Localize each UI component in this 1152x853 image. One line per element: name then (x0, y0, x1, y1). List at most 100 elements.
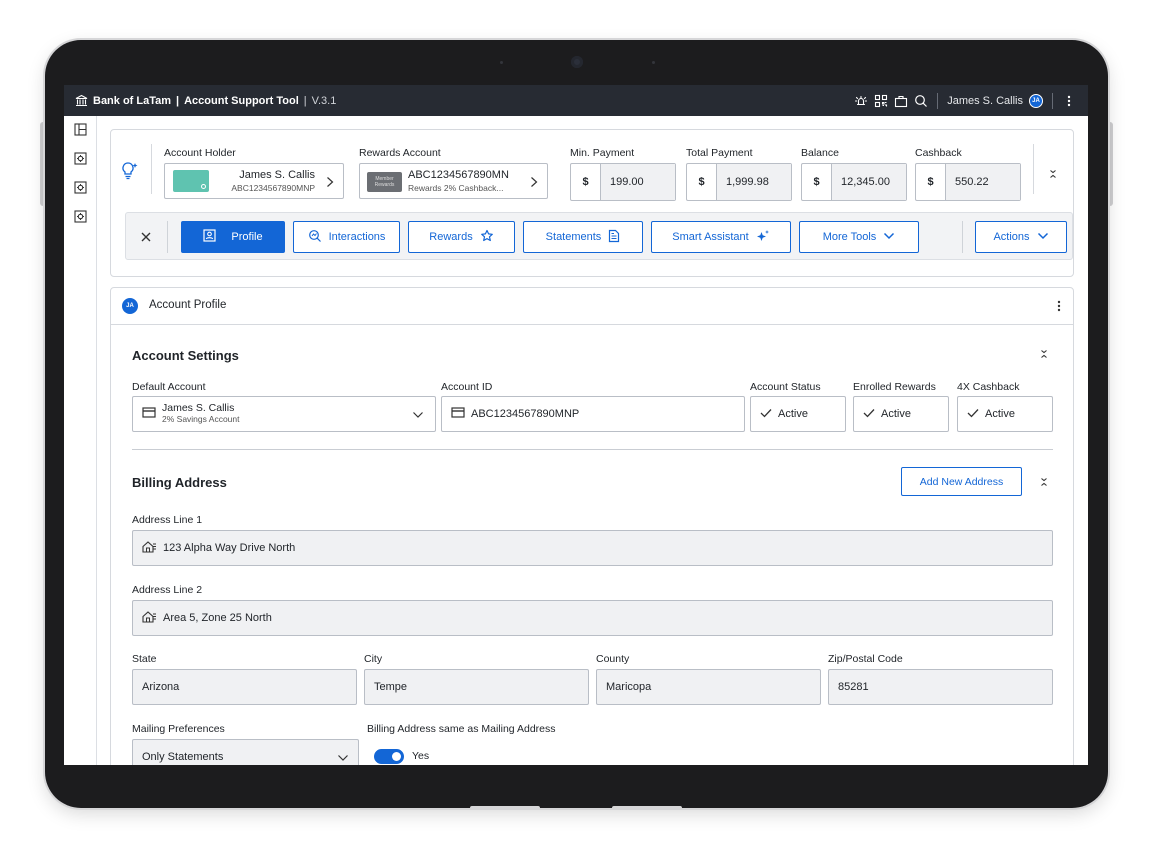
tab-divider (167, 221, 168, 253)
address-line2-field[interactable]: Area 5, Zone 25 North (132, 600, 1053, 636)
account-holder-label: Account Holder (164, 147, 236, 159)
cashback-4x-label: 4X Cashback (957, 381, 1020, 393)
county-field[interactable]: Maricopa (596, 669, 821, 705)
cashback-label: Cashback (915, 147, 962, 159)
collapse-icon[interactable] (1039, 348, 1049, 360)
zip-field[interactable]: 85281 (828, 669, 1053, 705)
app-brand: Bank of LaTam | Account Support Tool | V… (74, 94, 336, 108)
app-module-icon[interactable] (73, 180, 87, 194)
tool-tab-bar: Profile Interactions Rewards Statements (125, 212, 1073, 260)
more-tools-dropdown[interactable]: More Tools (799, 221, 919, 253)
device-bottom-edge (470, 806, 540, 810)
default-account-select[interactable]: James S. Callis 2% Savings Account (132, 396, 436, 432)
tab-profile-label: Profile (231, 231, 263, 243)
state-field[interactable]: Arizona (132, 669, 357, 705)
tab-rewards-label: Rewards (429, 231, 473, 243)
mailing-preferences-value: Only Statements (142, 751, 224, 763)
cashback-4x-value: Active (985, 408, 1015, 420)
search-icon[interactable] (914, 94, 928, 108)
app-version: V.3.1 (311, 94, 337, 107)
city-value: Tempe (374, 681, 408, 693)
tab-interactions[interactable]: Interactions (293, 221, 400, 253)
qr-code-icon[interactable] (874, 94, 888, 108)
member-rewards-card-icon: Member Rewards (367, 172, 402, 192)
default-account-value: James S. Callis 2% Savings Account (162, 403, 240, 425)
profile-avatar: JA (122, 298, 138, 314)
sensor-dot (500, 61, 503, 64)
account-summary-panel: Account Holder James S. Callis ABC123456… (110, 129, 1074, 277)
topbar-divider (937, 92, 939, 109)
address-line1-field[interactable]: 123 Alpha Way Drive North (132, 530, 1053, 566)
signed-in-user-name[interactable]: James S. Callis (947, 95, 1023, 107)
balance-field: $ 12,345.00 (801, 163, 907, 201)
account-holder-selector[interactable]: James S. Callis ABC1234567890MNP (164, 163, 344, 199)
billing-same-as-mailing-toggle[interactable] (374, 749, 404, 764)
cashback-field: $ 550.22 (915, 163, 1021, 201)
topbar-divider (1052, 92, 1053, 109)
billing-address-title: Billing Address (132, 475, 227, 490)
account-id-value: ABC1234567890MNP (471, 408, 580, 420)
zip-value: 85281 (838, 681, 869, 693)
tab-rewards[interactable]: Rewards (408, 221, 515, 253)
city-field[interactable]: Tempe (364, 669, 589, 705)
county-value: Maricopa (606, 681, 652, 693)
tab-profile[interactable]: Profile (181, 221, 285, 253)
account-id-field[interactable]: ABC1234567890MNP (441, 396, 745, 432)
tab-statements[interactable]: Statements (523, 221, 643, 253)
chevron-down-icon (412, 410, 424, 422)
layout-panel-icon[interactable] (73, 122, 87, 136)
app-module-icon[interactable] (73, 151, 87, 165)
billing-same-as-mailing-value: Yes (412, 750, 430, 762)
total-payment-field: $ 1,999.98 (686, 163, 792, 201)
tab-smart-assistant[interactable]: Smart Assistant (651, 221, 791, 253)
app-screen: Bank of LaTam | Account Support Tool | V… (64, 85, 1088, 765)
user-avatar[interactable]: JA (1029, 93, 1043, 108)
app-module-icon[interactable] (73, 209, 87, 223)
mailing-preferences-select[interactable]: Only Statements (132, 739, 359, 765)
rewards-account-selector[interactable]: Member Rewards ABC1234567890MN Rewards 2… (359, 163, 548, 199)
alarm-icon[interactable] (854, 94, 868, 108)
rewards-badge-line2: Rewards (374, 182, 395, 188)
actions-dropdown[interactable]: Actions (975, 221, 1067, 253)
sparkle-icon (756, 229, 770, 246)
checkmark-icon (863, 408, 875, 421)
more-vertical-icon[interactable] (1062, 94, 1076, 108)
min-payment-field: $ 199.00 (570, 163, 676, 201)
chevron-right-icon (530, 175, 538, 193)
close-icon[interactable] (140, 230, 152, 248)
state-value: Arizona (142, 681, 180, 693)
left-rail (64, 116, 97, 765)
more-tools-label: More Tools (822, 231, 877, 243)
more-vertical-icon[interactable] (1057, 299, 1061, 317)
enrolled-rewards-field: Active (853, 396, 949, 432)
camera-icon (571, 56, 583, 68)
title-separator: | (303, 94, 307, 107)
balance-label: Balance (801, 147, 839, 159)
balance-value: 12,345.00 (832, 164, 906, 200)
address-line1-label: Address Line 1 (132, 514, 203, 526)
lightbulb-sparkle-icon[interactable] (121, 161, 139, 186)
add-new-address-button[interactable]: Add New Address (901, 467, 1022, 496)
billing-same-as-mailing-label: Billing Address same as Mailing Address (367, 723, 556, 735)
collapse-icon[interactable] (1048, 168, 1058, 180)
city-label: City (364, 653, 383, 665)
search-insight-icon (308, 229, 322, 246)
sensor-dot (652, 61, 655, 64)
actions-label: Actions (993, 231, 1030, 243)
profile-id-icon (203, 229, 217, 245)
chevron-down-icon (337, 753, 349, 765)
cashback-4x-field: Active (957, 396, 1053, 432)
currency-symbol: $ (802, 164, 832, 200)
default-account-name: James S. Callis (162, 402, 235, 414)
checkmark-icon (760, 408, 772, 421)
account-holder-name: James S. Callis (239, 169, 315, 181)
default-account-label: Default Account (132, 381, 206, 393)
county-label: County (596, 653, 630, 665)
briefcase-icon[interactable] (894, 94, 908, 108)
mailing-preferences-label: Mailing Preferences (132, 723, 225, 735)
collapse-icon[interactable] (1039, 476, 1049, 488)
enrolled-rewards-label: Enrolled Rewards (853, 381, 936, 393)
section-divider (132, 449, 1053, 450)
account-holder-number: ABC1234567890MNP (231, 183, 315, 193)
credit-card-icon (142, 407, 156, 421)
